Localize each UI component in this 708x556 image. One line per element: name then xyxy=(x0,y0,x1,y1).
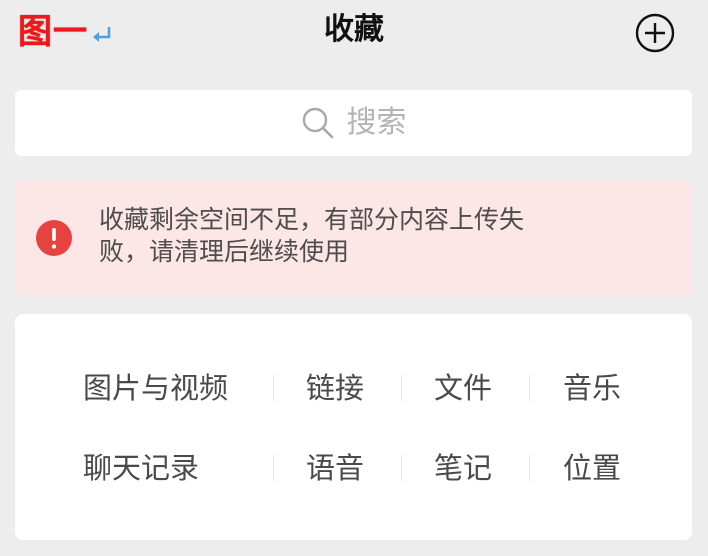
category-location[interactable]: 位置 xyxy=(563,448,621,488)
category-divider xyxy=(529,455,530,481)
page-title: 收藏 xyxy=(324,12,384,47)
plus-circle-icon[interactable] xyxy=(634,12,676,54)
category-grid: 图片与视频 链接 文件 音乐 聊天记录 语音 笔记 位置 xyxy=(15,314,692,540)
category-divider xyxy=(273,375,274,401)
category-files[interactable]: 文件 xyxy=(434,368,492,408)
category-divider xyxy=(401,455,402,481)
category-divider xyxy=(401,375,402,401)
search-icon xyxy=(302,107,333,139)
category-divider xyxy=(529,375,530,401)
exclamation-circle-icon xyxy=(36,220,72,256)
search-placeholder: 搜索 xyxy=(346,105,407,140)
category-links[interactable]: 链接 xyxy=(306,368,364,408)
storage-warning-banner[interactable]: 收藏剩余空间不足，有部分内容上传失败，请清理后继续使用 xyxy=(15,180,692,294)
category-photos-videos[interactable]: 图片与视频 xyxy=(83,368,228,408)
category-voice[interactable]: 语音 xyxy=(306,448,364,488)
category-chat-history[interactable]: 聊天记录 xyxy=(83,448,199,488)
category-notes[interactable]: 笔记 xyxy=(434,448,492,488)
annotation-label: 图一 xyxy=(18,12,88,52)
return-arrow-icon xyxy=(93,27,111,42)
search-bar[interactable]: 搜索 xyxy=(15,90,692,156)
image-annotation: 图一 xyxy=(18,14,114,50)
category-divider xyxy=(273,455,274,481)
category-music[interactable]: 音乐 xyxy=(563,368,621,408)
navigation-bar: 图一 收藏 xyxy=(0,0,708,64)
warning-message: 收藏剩余空间不足，有部分内容上传失败，请清理后继续使用 xyxy=(99,205,525,266)
